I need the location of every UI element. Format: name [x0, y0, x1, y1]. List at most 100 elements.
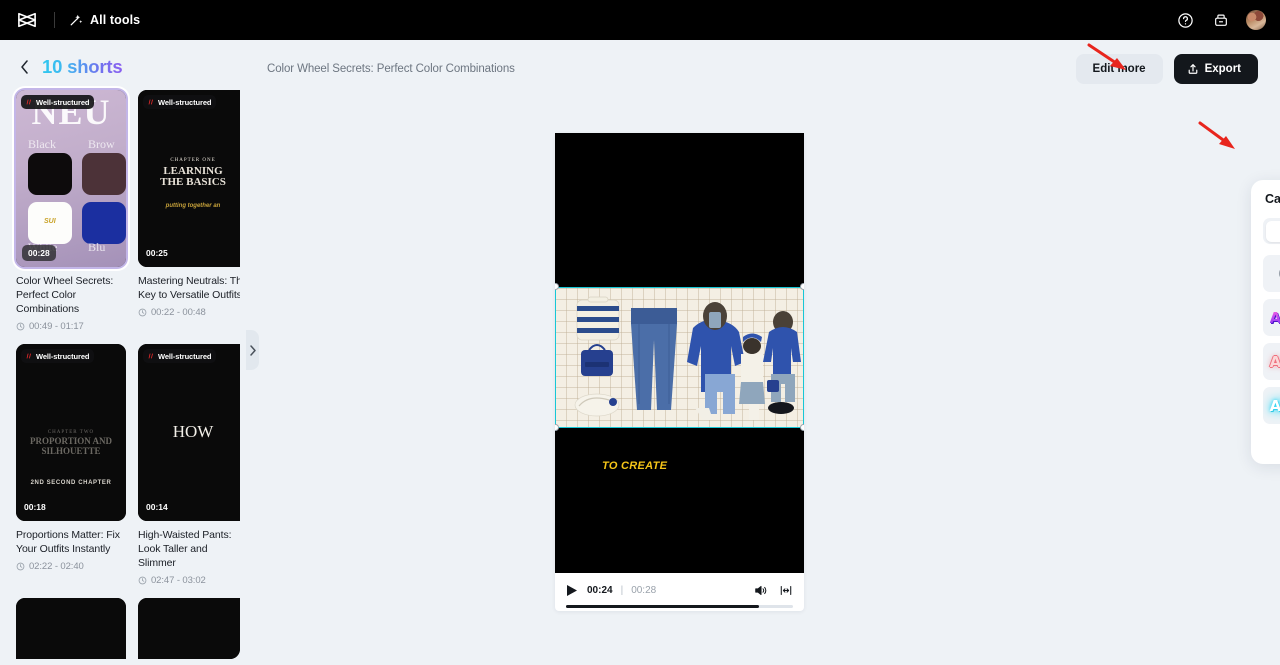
- card-range-label: 02:47 - 03:02: [151, 575, 206, 586]
- tab-effects[interactable]: Effects: [1265, 220, 1280, 242]
- sparkle-icon: [26, 353, 31, 359]
- video-clip-layer[interactable]: [555, 288, 804, 427]
- short-card-2[interactable]: CHAPTER TWO PROPORTION AND SILHOUETTE 2N…: [16, 344, 126, 586]
- duration-label: 00:25: [146, 248, 168, 258]
- main-header-title: Color Wheel Secrets: Perfect Color Combi…: [267, 63, 515, 75]
- export-button[interactable]: Export: [1173, 54, 1258, 84]
- badge-label: Well-structured: [36, 351, 90, 361]
- badge-label: Well-structured: [158, 97, 212, 107]
- short-card-4[interactable]: [16, 598, 126, 659]
- thumbnail-art: CHAPTER ONE LEARNING THE BASICS putting …: [138, 90, 240, 267]
- style-preview-text: ART: [1270, 309, 1280, 327]
- progress-bar[interactable]: [566, 605, 793, 608]
- status-badge: Well-structured: [143, 95, 217, 109]
- card-title: Mastering Neutrals: The Key to Versatile…: [138, 275, 240, 301]
- short-card-5[interactable]: [138, 598, 240, 659]
- play-glyph: [567, 584, 577, 596]
- expand-width-icon[interactable]: [779, 583, 793, 597]
- shorts-sidebar: 10 shorts NEU Black Brow SUI White Blu: [6, 46, 240, 659]
- player-control-row: 00:24 | 00:28: [566, 583, 793, 597]
- main-header-actions: Edit more Export: [1075, 54, 1258, 84]
- edit-more-button[interactable]: Edit more: [1075, 54, 1163, 84]
- card-range-label: 02:22 - 02:40: [29, 561, 84, 572]
- short-card-0[interactable]: NEU Black Brow SUI White Blu Well-struct…: [16, 90, 126, 332]
- thumb-heading: HOW: [172, 422, 214, 441]
- style-preview-text: ART: [1269, 352, 1280, 371]
- card-range: 02:47 - 03:02: [138, 575, 240, 586]
- shorts-card-grid: NEU Black Brow SUI White Blu Well-struct…: [6, 90, 240, 659]
- card-range: 00:22 - 00:48: [138, 307, 240, 318]
- badge-label: Well-structured: [158, 351, 212, 361]
- caption-overlay-text[interactable]: TO CREATE: [602, 460, 667, 472]
- short-card-3[interactable]: HOW Well-structured 00:14 High-Waisted P…: [138, 344, 240, 586]
- clock-icon: [16, 562, 25, 571]
- caption-style-none[interactable]: [1263, 255, 1280, 292]
- thumbnail-art: CHAPTER TWO PROPORTION AND SILHOUETTE 2N…: [16, 344, 126, 521]
- card-title: High-Waisted Pants: Look Taller and Slim…: [138, 529, 232, 569]
- caption-style-cyan-glow[interactable]: ART: [1263, 387, 1280, 424]
- duration-label: 00:14: [146, 502, 168, 512]
- short-card-1[interactable]: CHAPTER ONE LEARNING THE BASICS putting …: [138, 90, 240, 332]
- clock-icon: [138, 308, 147, 317]
- speaker-icon[interactable]: [754, 583, 768, 597]
- short-thumbnail[interactable]: CHAPTER ONE LEARNING THE BASICS putting …: [138, 90, 240, 267]
- thumbnail-art: [138, 598, 240, 659]
- avatar[interactable]: [1246, 10, 1266, 30]
- help-circle-icon[interactable]: [1176, 11, 1195, 30]
- status-badge: Well-structured: [21, 95, 95, 109]
- magic-wand-icon: [70, 14, 83, 26]
- caption-style-purple-pink-gradient[interactable]: ART: [1263, 299, 1280, 336]
- swatch-black: [28, 153, 72, 195]
- thumb-heading: LEARNING THE BASICS: [160, 165, 226, 188]
- time-separator: |: [620, 584, 624, 596]
- short-thumbnail[interactable]: NEU Black Brow SUI White Blu Well-struct…: [16, 90, 126, 267]
- inbox-tray-icon[interactable]: [1211, 11, 1230, 30]
- thumb-chapter: CHAPTER ONE: [170, 158, 216, 163]
- player-right-controls: [754, 583, 793, 597]
- card-title: Color Wheel Secrets: Perfect Color Combi…: [16, 275, 114, 315]
- chevron-left-icon[interactable]: [16, 59, 32, 75]
- capcut-logo-icon[interactable]: [14, 9, 40, 31]
- sparkle-icon: [26, 99, 31, 105]
- duration-label: 00:18: [24, 502, 46, 512]
- all-tools-button[interactable]: All tools: [69, 13, 140, 27]
- short-thumbnail[interactable]: HOW Well-structured 00:14: [138, 344, 240, 521]
- swatch-brown: [82, 153, 126, 195]
- clock-icon: [138, 576, 147, 585]
- thumbnail-art: HOW: [138, 344, 240, 521]
- thumb-sub: putting together an: [165, 203, 221, 209]
- sidebar-collapse-toggle[interactable]: [246, 330, 259, 370]
- topbar-divider: [54, 12, 55, 28]
- short-thumbnail[interactable]: [16, 598, 126, 659]
- all-tools-label: All tools: [90, 13, 141, 27]
- swatch-label-blue: Blu: [88, 240, 106, 254]
- chevron-right-icon: [249, 344, 256, 356]
- thumbnail-art: NEU Black Brow SUI White Blu: [16, 90, 126, 267]
- video-stage[interactable]: TO CREATE: [555, 133, 804, 573]
- video-player: TO CREATE 00:24 | 00:28: [555, 133, 804, 611]
- card-range-label: 00:22 - 00:48: [151, 307, 206, 318]
- sparkle-icon: [148, 353, 153, 359]
- thumbnail-art: [16, 598, 126, 659]
- fashion-collage-art: [574, 296, 801, 420]
- caption-panel-header: Caption style: [1251, 180, 1280, 206]
- resize-handle-bottom-right[interactable]: [800, 424, 804, 431]
- caption-style-panel: Caption style Effects Templates ART ART …: [1251, 180, 1280, 464]
- caption-style-pink-outline-glow[interactable]: ART: [1263, 343, 1280, 380]
- player-controls: 00:24 | 00:28: [555, 573, 804, 611]
- card-range-label: 00:49 - 01:17: [29, 321, 84, 332]
- thumb-heading: PROPORTION AND SILHOUETTE: [30, 436, 112, 456]
- thumb-sub: 2ND SECOND CHAPTER: [30, 480, 112, 486]
- resize-handle-top-right[interactable]: [800, 283, 804, 290]
- short-thumbnail[interactable]: [138, 598, 240, 659]
- caption-panel-title: Caption style: [1265, 192, 1280, 206]
- sidebar-header: 10 shorts: [6, 46, 240, 90]
- short-thumbnail[interactable]: CHAPTER TWO PROPORTION AND SILHOUETTE 2N…: [16, 344, 126, 521]
- card-range: 02:22 - 02:40: [16, 561, 126, 572]
- card-title: Proportions Matter: Fix Your Outfits Ins…: [16, 529, 120, 555]
- swatch-blue: [82, 202, 126, 244]
- thumb-chapter: CHAPTER TWO: [47, 430, 95, 435]
- play-triangle-icon[interactable]: [566, 584, 579, 597]
- resize-handle-bottom-left[interactable]: [555, 424, 559, 431]
- caption-panel-tabs: Effects Templates: [1263, 218, 1280, 244]
